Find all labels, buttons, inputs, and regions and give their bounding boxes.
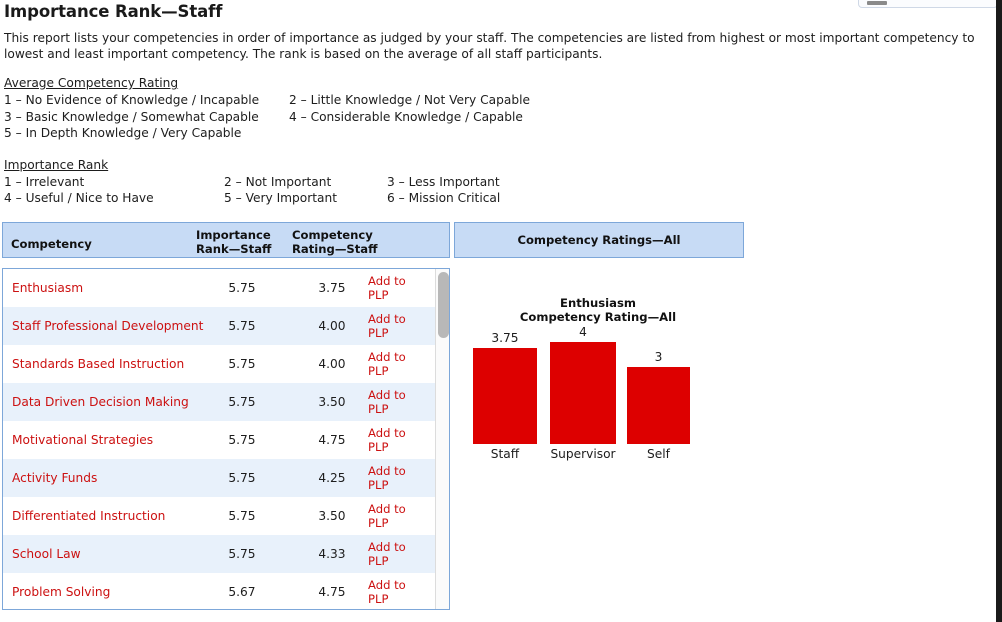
- chart-bar: [473, 348, 537, 444]
- table-row[interactable]: Activity Funds 5.75 4.25 Add to PLP: [3, 459, 436, 497]
- add-to-plp-link[interactable]: Add to PLP: [368, 426, 428, 454]
- competency-rating-value: 4.00: [318, 357, 346, 371]
- table-row[interactable]: School Law 5.75 4.33 Add to PLP: [3, 535, 436, 573]
- rating-legend-row: 1 – No Evidence of Knowledge / Incapable…: [4, 92, 996, 109]
- rank-legend-item: 4 – Useful / Nice to Have: [4, 191, 154, 205]
- chart-bar-value-label: 3: [654, 350, 663, 364]
- add-to-plp-link[interactable]: Add to PLP: [368, 312, 428, 340]
- importance-rank-value: 5.75: [228, 281, 256, 295]
- rank-legend-item: 5 – Very Important: [224, 191, 338, 205]
- competency-name-link[interactable]: Data Driven Decision Making: [12, 395, 189, 409]
- competency-name-link[interactable]: Differentiated Instruction: [12, 509, 165, 523]
- rating-legend-item: 5 – In Depth Knowledge / Very Capable: [4, 126, 242, 140]
- table-row[interactable]: Staff Professional Development 5.75 4.00 Ad…: [3, 307, 436, 345]
- importance-rank-value: 5.75: [228, 319, 256, 333]
- report-description: This report lists your competencies in o…: [4, 31, 975, 61]
- competency-ratings-chart: Enthusiasm Competency Rating—All 3.75 Sta…: [452, 266, 744, 486]
- competency-name-link[interactable]: School Law: [12, 547, 81, 561]
- competency-rating-value: 4.75: [318, 585, 346, 599]
- rank-legend-item: 3 – Less Important: [387, 174, 500, 189]
- add-to-plp-link[interactable]: Add to PLP: [368, 540, 428, 568]
- list-scrollbar-thumb[interactable]: [438, 272, 449, 338]
- table-row[interactable]: Standards Based Instruction 5.75 4.00 Add t…: [3, 345, 436, 383]
- competency-name-link[interactable]: Problem Solving: [12, 585, 110, 599]
- chart-title-line2: Competency Rating—All: [519, 310, 677, 324]
- report-page: Importance Rank—Staff This report lists …: [0, 0, 996, 622]
- list-scrollbar-track[interactable]: [435, 269, 449, 609]
- importance-rank-value: 5.75: [228, 471, 256, 485]
- table-row[interactable]: Differentiated Instruction 5.75 3.50 Add to…: [3, 497, 436, 535]
- rank-legend-heading: Importance Rank: [4, 157, 109, 172]
- competency-name-link[interactable]: Motivational Strategies: [12, 433, 153, 447]
- column-header-line: Importance: [196, 228, 271, 242]
- competency-name-link[interactable]: Staff Professional Development: [12, 319, 203, 333]
- rank-legend-row: 1 – Irrelevant 2 – Not Important 3 – Les…: [4, 174, 996, 191]
- chart-bar-value-label: 3.75: [491, 331, 519, 345]
- table-row[interactable]: Problem Solving 5.67 4.75 Add to PLP: [3, 573, 436, 609]
- competency-name-link[interactable]: Standards Based Instruction: [12, 357, 184, 371]
- importance-rank-value: 5.75: [228, 547, 256, 561]
- add-to-plp-link[interactable]: Add to PLP: [368, 578, 428, 606]
- table-row[interactable]: Motivational Strategies 5.75 4.75 Add to PL…: [3, 421, 436, 459]
- competency-rating-value: 4.00: [318, 319, 346, 333]
- rank-legend-row: 4 – Useful / Nice to Have 5 – Very Impor…: [4, 190, 996, 207]
- rating-legend-item: [289, 125, 609, 142]
- window-right-edge: [996, 0, 1002, 622]
- rank-legend-item: 6 – Mission Critical: [387, 191, 501, 205]
- table-row[interactable]: Enthusiasm 5.75 3.75 Add to PLP: [3, 269, 436, 307]
- chart-category-label: Staff: [490, 447, 520, 461]
- column-header-competency-rating-staff[interactable]: Competency Rating—Staff: [292, 228, 402, 256]
- column-header-competency-ratings-all: Competency Ratings—All: [454, 222, 744, 258]
- add-to-plp-link[interactable]: Add to PLP: [368, 502, 428, 530]
- importance-rank-value: 5.75: [228, 433, 256, 447]
- competency-rating-value: 4.25: [318, 471, 346, 485]
- competency-rows: Enthusiasm 5.75 3.75 Add to PLP Staff Profes…: [3, 269, 436, 609]
- add-to-plp-link[interactable]: Add to PLP: [368, 388, 428, 416]
- chart-bar: [627, 367, 690, 444]
- rating-legend-item: 3 – Basic Knowledge / Somewhat Capable: [4, 109, 259, 124]
- add-to-plp-link[interactable]: Add to PLP: [368, 274, 428, 302]
- competency-rating-value: 3.50: [318, 395, 346, 409]
- column-header-line: Competency: [292, 228, 373, 242]
- chart-panel-heading: Competency Ratings—All: [517, 233, 681, 247]
- rating-legend-heading: Average Competency Rating: [4, 76, 179, 90]
- chart-bar: [550, 342, 616, 444]
- chart-category-label: Self: [647, 447, 670, 461]
- chart-title-line1: Enthusiasm: [560, 296, 636, 310]
- competency-list-panel: Enthusiasm 5.75 3.75 Add to PLP Staff Profes…: [2, 268, 450, 610]
- add-to-plp-link[interactable]: Add to PLP: [368, 350, 428, 378]
- chart-category-label: Supervisor: [550, 447, 616, 461]
- rating-legend-row: 3 – Basic Knowledge / Somewhat Capable 4…: [4, 109, 996, 126]
- table-header-bar: Competency Importance Rank—Staff Compete…: [2, 222, 744, 258]
- competency-rating-value: 3.50: [318, 509, 346, 523]
- rank-legend-item: 2 – Not Important: [224, 174, 332, 189]
- table-row[interactable]: Data Driven Decision Making 5.75 3.50 Add t…: [3, 383, 436, 421]
- rating-legend-item: 2 – Little Knowledge / Not Very Capable: [289, 93, 530, 107]
- importance-rank-value: 5.75: [228, 357, 256, 371]
- importance-rank-value: 5.67: [228, 585, 256, 599]
- competency-name-link[interactable]: Enthusiasm: [12, 281, 83, 295]
- column-header-competency[interactable]: Competency: [11, 237, 92, 251]
- chart-title: Enthusiasm Competency Rating—All: [452, 296, 744, 324]
- competency-rating-value: 3.75: [318, 281, 346, 295]
- competency-name-link[interactable]: Activity Funds: [12, 471, 97, 485]
- add-to-plp-link[interactable]: Add to PLP: [368, 464, 428, 492]
- rating-legend-item: 4 – Considerable Knowledge / Capable: [289, 109, 523, 124]
- importance-rank-value: 5.75: [228, 509, 256, 523]
- rating-legend-row: 5 – In Depth Knowledge / Very Capable: [4, 125, 996, 142]
- table-header-left: Competency Importance Rank—Staff Compete…: [2, 222, 450, 258]
- rank-legend-item: 1 – Irrelevant: [4, 174, 85, 189]
- rating-legend-item: 1 – No Evidence of Knowledge / Incapable: [4, 93, 260, 107]
- importance-rank-legend: Importance Rank 1 – Irrelevant 2 – Not I…: [4, 158, 996, 207]
- average-competency-rating-legend: Average Competency Rating 1 – No Evidenc…: [4, 76, 996, 142]
- column-header-line: Rank—Staff: [196, 242, 272, 256]
- importance-rank-value: 5.75: [228, 395, 256, 409]
- column-header-line: Rating—Staff: [292, 242, 378, 256]
- competency-rating-value: 4.75: [318, 433, 346, 447]
- column-header-importance-rank-staff[interactable]: Importance Rank—Staff: [196, 228, 288, 256]
- chart-bar-value-label: 4: [579, 325, 587, 339]
- competency-rating-value: 4.33: [318, 547, 346, 561]
- page-title: Importance Rank—Staff: [4, 2, 223, 21]
